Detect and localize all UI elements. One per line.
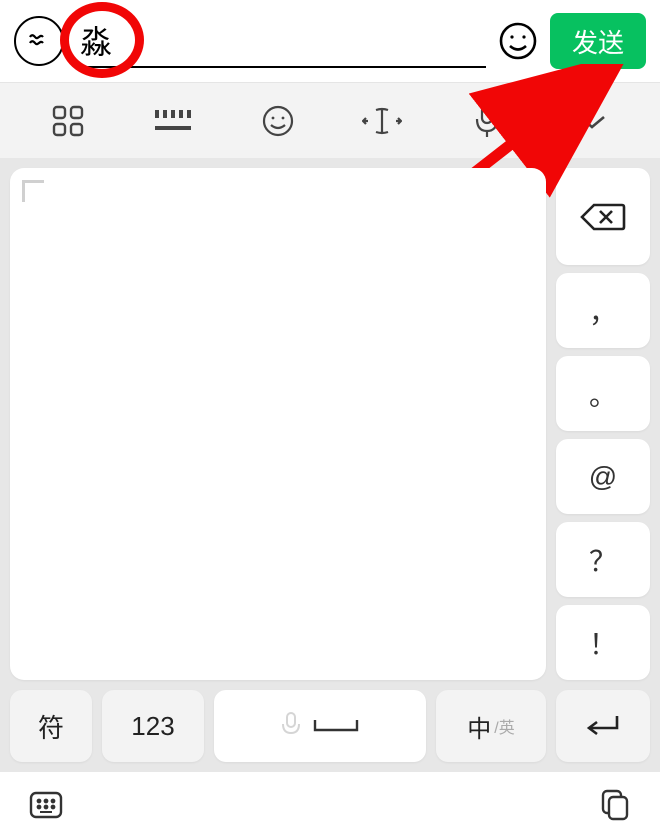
send-button[interactable]: 发送 [550, 13, 646, 69]
keyboard-side-column: ， 。 @ ？ ！ [556, 168, 650, 680]
clipboard-button[interactable] [594, 785, 634, 825]
keyboard-icon [153, 106, 193, 136]
microphone-icon [279, 711, 303, 741]
space-key[interactable] [214, 690, 426, 762]
period-key[interactable]: 。 [556, 356, 650, 431]
sound-wave-icon [27, 29, 51, 53]
symbol-key[interactable]: 符 [10, 690, 92, 762]
language-key[interactable]: 中/英 [436, 690, 546, 762]
keyboard-layout-button[interactable] [151, 99, 195, 143]
enter-key[interactable] [556, 690, 650, 762]
spacebar-icon [311, 716, 361, 736]
chat-text-input[interactable] [74, 14, 486, 68]
backspace-icon [580, 201, 626, 233]
lang-main-label: 中 [467, 709, 491, 744]
at-key[interactable]: @ [556, 439, 650, 514]
emoji-button[interactable] [496, 19, 540, 63]
handwriting-area[interactable] [10, 168, 546, 680]
grid-icon [51, 104, 85, 138]
chevron-down-icon [576, 111, 608, 131]
keyboard-main: ， 。 @ ？ ！ [0, 158, 660, 690]
smile-icon [498, 21, 538, 61]
exclaim-key[interactable]: ！ [556, 605, 650, 680]
keyboard-square-icon [28, 787, 64, 823]
keyboard-switch-button[interactable] [26, 785, 66, 825]
chat-input-bar: 发送 [0, 0, 660, 82]
backspace-key[interactable] [556, 168, 650, 265]
enter-icon [583, 712, 623, 740]
lang-sub-label: /英 [494, 714, 514, 738]
clipboard-icon [596, 787, 632, 823]
system-bottom-bar [0, 772, 660, 838]
corner-mark-icon [22, 180, 44, 202]
microphone-icon [472, 103, 502, 139]
number-key[interactable]: 123 [102, 690, 204, 762]
collapse-keyboard-button[interactable] [570, 99, 614, 143]
smile-icon [261, 104, 295, 138]
keyboard-toolbar [0, 82, 660, 158]
app-grid-button[interactable] [46, 99, 90, 143]
cursor-move-button[interactable] [360, 99, 404, 143]
voice-button[interactable] [465, 99, 509, 143]
toolbar-emoji-button[interactable] [256, 99, 300, 143]
keyboard-bottom-row: 符 123 中/英 [0, 690, 660, 772]
text-cursor-icon [362, 106, 402, 136]
comma-key[interactable]: ， [556, 273, 650, 348]
voice-input-button[interactable] [14, 16, 64, 66]
question-key[interactable]: ？ [556, 522, 650, 597]
